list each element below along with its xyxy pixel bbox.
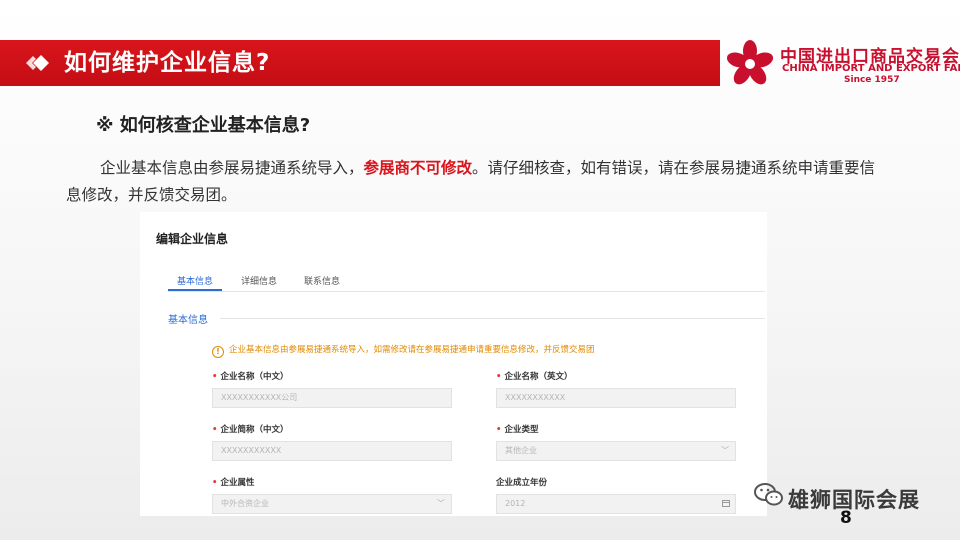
field-label-short-name: • 企业简称（中文） (212, 425, 289, 435)
tab-divider (168, 291, 765, 292)
company-type-select[interactable]: 其他企业 ﹀ (496, 441, 736, 461)
tab-detail-info[interactable]: 详细信息 (241, 274, 277, 287)
flower-logo-icon (726, 40, 774, 85)
founded-year-picker[interactable]: 2012 (496, 494, 736, 514)
header-bar: 如何维护企业信息? (0, 40, 720, 86)
edit-company-panel: 编辑企业信息 基本信息 详细信息 联系信息 基本信息 ! 企业基本信息由参展易捷通… (140, 212, 767, 516)
company-name-en-input[interactable]: XXXXXXXXXXX (496, 388, 736, 408)
chevron-down-icon: ﹀ (437, 499, 445, 508)
tab-contact-info[interactable]: 联系信息 (304, 274, 340, 287)
field-label-name-en: • 企业名称（英文） (496, 372, 573, 382)
calendar-icon (722, 500, 730, 507)
tab-basic-info[interactable]: 基本信息 (177, 274, 213, 287)
section-heading: ※ 如何核查企业基本信息? (96, 115, 311, 136)
watermark-text: 雄狮国际会展 (788, 488, 920, 512)
wechat-icon (754, 483, 783, 506)
import-notice: ! 企业基本信息由参展易捷通系统导入，如需修改请在参展易捷通申请重要信息修改，并反… (212, 343, 595, 358)
field-label-founded-year: 企业成立年份 (496, 478, 548, 488)
company-attr-select[interactable]: 中外合资企业 ﹀ (212, 494, 452, 514)
warning-icon: ! (212, 346, 224, 358)
subsection-title: 基本信息 (168, 315, 208, 326)
logo-en-text: CHINA IMPORT AND EXPORT FAIR (782, 63, 960, 74)
body-paragraph: 企业基本信息由参展易捷通系统导入，参展商不可修改。请仔细核查，如有错误，请在参展… (66, 155, 886, 209)
active-tab-indicator (168, 289, 222, 291)
para-highlight: 参展商不可修改 (363, 159, 473, 177)
company-attr-value: 中外合资企业 (221, 499, 269, 508)
logo-since-text: Since 1957 (844, 75, 900, 85)
founded-year-value: 2012 (505, 499, 526, 508)
para-part1: 企业基本信息由参展易捷通系统导入， (100, 159, 364, 177)
subsection-divider (220, 318, 765, 319)
chevron-down-icon: ﹀ (721, 446, 729, 455)
diamond-icon (26, 55, 49, 71)
page-number: 8 (840, 508, 852, 528)
field-label-company-attr: • 企业属性 (212, 478, 255, 488)
notice-text: 企业基本信息由参展易捷通系统导入，如需修改请在参展易捷通申请重要信息修改，并反馈… (229, 345, 595, 355)
company-type-value: 其他企业 (505, 446, 537, 455)
company-name-cn-input[interactable]: XXXXXXXXXXX公司 (212, 388, 452, 408)
field-label-name-cn: • 企业名称（中文） (212, 372, 289, 382)
canton-fair-logo: 中国进出口商品交易会 CHINA IMPORT AND EXPORT FAIR … (722, 38, 960, 90)
header-title: 如何维护企业信息? (64, 50, 271, 76)
field-label-company-type: • 企业类型 (496, 425, 539, 435)
company-short-name-input[interactable]: XXXXXXXXXXX (212, 441, 452, 461)
panel-title: 编辑企业信息 (156, 232, 229, 246)
